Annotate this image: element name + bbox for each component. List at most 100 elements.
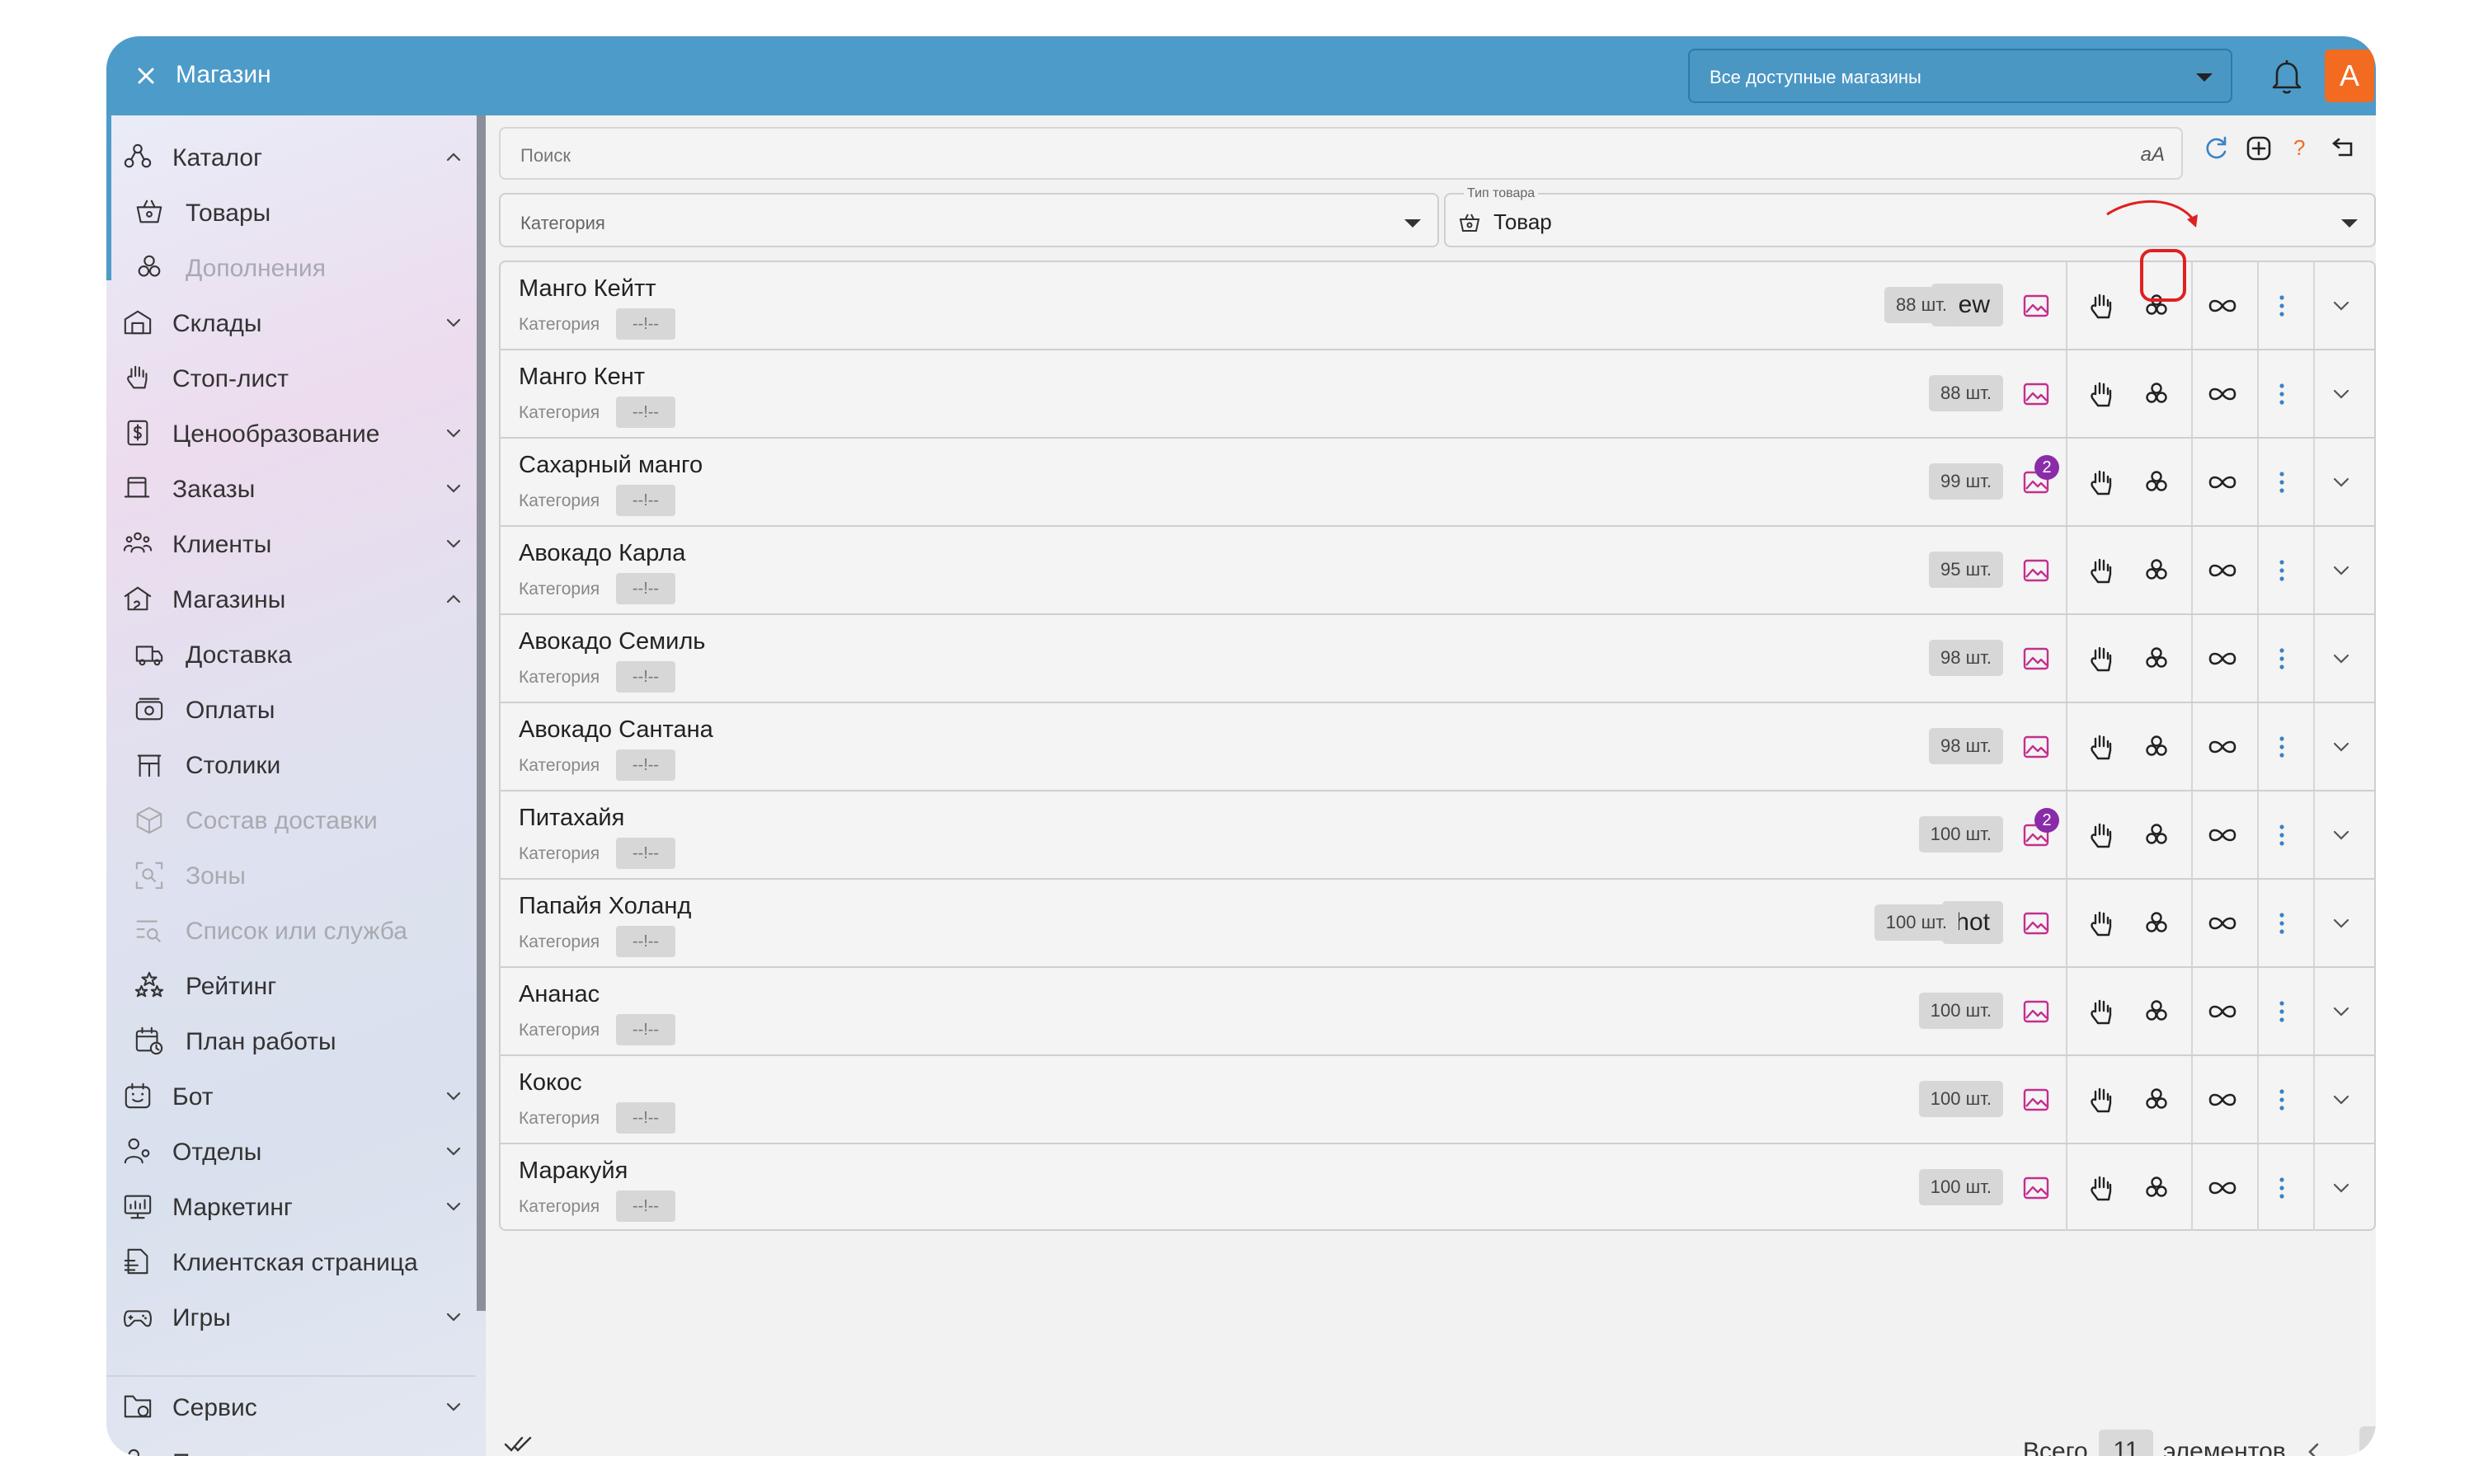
more-vertical-icon[interactable]: [2265, 730, 2298, 763]
sidebar-item[interactable]: Игры: [106, 1289, 473, 1344]
sidebar-item[interactable]: Дополнения: [106, 239, 473, 294]
bell-icon[interactable]: [2265, 54, 2308, 97]
product-row[interactable]: Авокадо Карла Категория --!-- 95 шт.: [501, 527, 2374, 615]
search-input[interactable]: Поиск aA: [499, 127, 2183, 180]
infinity-icon[interactable]: [2206, 730, 2239, 763]
infinity-icon[interactable]: [2206, 642, 2239, 675]
image-icon[interactable]: [2020, 995, 2053, 1028]
chevron-down-icon[interactable]: [2325, 378, 2358, 411]
chevron-down-icon[interactable]: [445, 1308, 462, 1325]
chevron-down-icon[interactable]: [2325, 1172, 2358, 1205]
image-icon[interactable]: [2020, 730, 2053, 763]
chevron-down-icon[interactable]: [445, 1198, 462, 1214]
stop-list-hand-icon[interactable]: [2084, 1083, 2117, 1116]
refresh-icon[interactable]: [2199, 132, 2232, 165]
sidebar-item[interactable]: Склады: [106, 294, 473, 350]
current-page[interactable]: 1: [2359, 1426, 2376, 1456]
chevron-left-icon[interactable]: [2302, 1438, 2326, 1456]
product-row[interactable]: Маракуйя Категория --!-- 100 шт.: [501, 1144, 2374, 1233]
chevron-down-icon[interactable]: [445, 1143, 462, 1159]
chevron-down-icon[interactable]: [2325, 642, 2358, 675]
infinity-icon[interactable]: [2206, 466, 2239, 499]
chevron-down-icon[interactable]: [445, 1398, 462, 1415]
image-icon[interactable]: [2020, 554, 2053, 587]
chevron-down-icon[interactable]: [445, 1453, 462, 1456]
chevron-down-icon[interactable]: [2325, 995, 2358, 1028]
image-icon[interactable]: [2020, 1172, 2053, 1205]
stop-list-hand-icon[interactable]: [2084, 819, 2117, 852]
stop-list-hand-icon[interactable]: [2084, 907, 2117, 940]
sidebar-item[interactable]: План работы: [106, 1012, 473, 1068]
sidebar-item[interactable]: Клиенты: [106, 515, 473, 571]
stop-list-hand-icon[interactable]: [2084, 289, 2117, 322]
sidebar-item[interactable]: Клиентская страница: [106, 1233, 473, 1289]
add-icon[interactable]: [2242, 132, 2275, 165]
chevron-down-icon[interactable]: [2325, 819, 2358, 852]
double-check-icon[interactable]: [504, 1431, 537, 1456]
more-vertical-icon[interactable]: [2265, 554, 2298, 587]
product-row[interactable]: Авокадо Семиль Категория --!-- 98 шт.: [501, 615, 2374, 703]
chevron-down-icon[interactable]: [445, 314, 462, 331]
chevron-up-icon[interactable]: [445, 148, 462, 165]
infinity-icon[interactable]: [2206, 1172, 2239, 1205]
sidebar-item[interactable]: Маркетинг: [106, 1178, 473, 1233]
product-row[interactable]: Манго Кейтт Категория --!-- new 88 шт.: [501, 262, 2374, 350]
sidebar-item[interactable]: Бот: [106, 1068, 473, 1123]
addons-icon[interactable]: [2140, 730, 2173, 763]
product-row[interactable]: Авокадо Сантана Категория --!-- 98 шт.: [501, 703, 2374, 791]
addons-icon[interactable]: [2140, 642, 2173, 675]
infinity-icon[interactable]: [2206, 819, 2239, 852]
addons-icon[interactable]: [2140, 466, 2173, 499]
infinity-icon[interactable]: [2206, 378, 2239, 411]
chevron-down-icon[interactable]: [2325, 289, 2358, 322]
infinity-icon[interactable]: [2206, 1083, 2239, 1116]
stop-list-hand-icon[interactable]: [2084, 1172, 2117, 1205]
more-vertical-icon[interactable]: [2265, 642, 2298, 675]
chevron-down-icon[interactable]: [445, 480, 462, 496]
stop-list-hand-icon[interactable]: [2084, 730, 2117, 763]
sidebar-item[interactable]: Список или служба: [106, 902, 473, 957]
sidebar-item[interactable]: Пользователи: [106, 1434, 473, 1456]
more-vertical-icon[interactable]: [2265, 1083, 2298, 1116]
chevron-down-icon[interactable]: [445, 425, 462, 441]
category-select[interactable]: Категория: [499, 193, 1439, 247]
chevron-down-icon[interactable]: [2325, 907, 2358, 940]
more-vertical-icon[interactable]: [2265, 289, 2298, 322]
chevron-down-icon[interactable]: [2325, 554, 2358, 587]
addons-icon[interactable]: [2140, 907, 2173, 940]
chevron-up-icon[interactable]: [445, 590, 462, 607]
chevron-down-icon[interactable]: [445, 535, 462, 552]
image-icon[interactable]: [2020, 378, 2053, 411]
product-row[interactable]: Питахайя Категория --!-- 100 шт. 2: [501, 791, 2374, 880]
case-toggle-icon[interactable]: aA: [2141, 143, 2165, 167]
undo-icon[interactable]: [2325, 132, 2358, 165]
avatar[interactable]: A: [2325, 49, 2374, 102]
help-icon[interactable]: ?: [2284, 132, 2316, 165]
infinity-icon[interactable]: [2206, 289, 2239, 322]
stop-list-hand-icon[interactable]: [2084, 995, 2117, 1028]
addons-icon[interactable]: [2140, 995, 2173, 1028]
more-vertical-icon[interactable]: [2265, 819, 2298, 852]
more-vertical-icon[interactable]: [2265, 907, 2298, 940]
addons-icon[interactable]: [2140, 1083, 2173, 1116]
sidebar-item[interactable]: Стоп-лист: [106, 350, 473, 405]
sidebar-item[interactable]: Отделы: [106, 1123, 473, 1178]
chevron-down-icon[interactable]: [445, 1087, 462, 1104]
more-vertical-icon[interactable]: [2265, 378, 2298, 411]
product-type-select[interactable]: Тип товара Товар: [1444, 186, 2376, 247]
product-row[interactable]: Кокос Категория --!-- 100 шт.: [501, 1056, 2374, 1144]
chevron-down-icon[interactable]: [2325, 1083, 2358, 1116]
infinity-icon[interactable]: [2206, 995, 2239, 1028]
product-row[interactable]: Сахарный манго Категория --!-- 99 шт. 2: [501, 439, 2374, 527]
sidebar-item[interactable]: Рейтинг: [106, 957, 473, 1012]
store-select[interactable]: Все доступные магазины: [1688, 49, 2232, 103]
more-vertical-icon[interactable]: [2265, 995, 2298, 1028]
image-icon[interactable]: [2020, 289, 2053, 322]
sidebar-item[interactable]: Каталог: [106, 129, 473, 184]
addons-icon[interactable]: [2140, 554, 2173, 587]
addons-icon[interactable]: [2140, 1172, 2173, 1205]
image-icon[interactable]: [2020, 642, 2053, 675]
more-vertical-icon[interactable]: [2265, 1172, 2298, 1205]
sidebar-item[interactable]: Сервис: [106, 1378, 473, 1434]
image-icon[interactable]: [2020, 907, 2053, 940]
